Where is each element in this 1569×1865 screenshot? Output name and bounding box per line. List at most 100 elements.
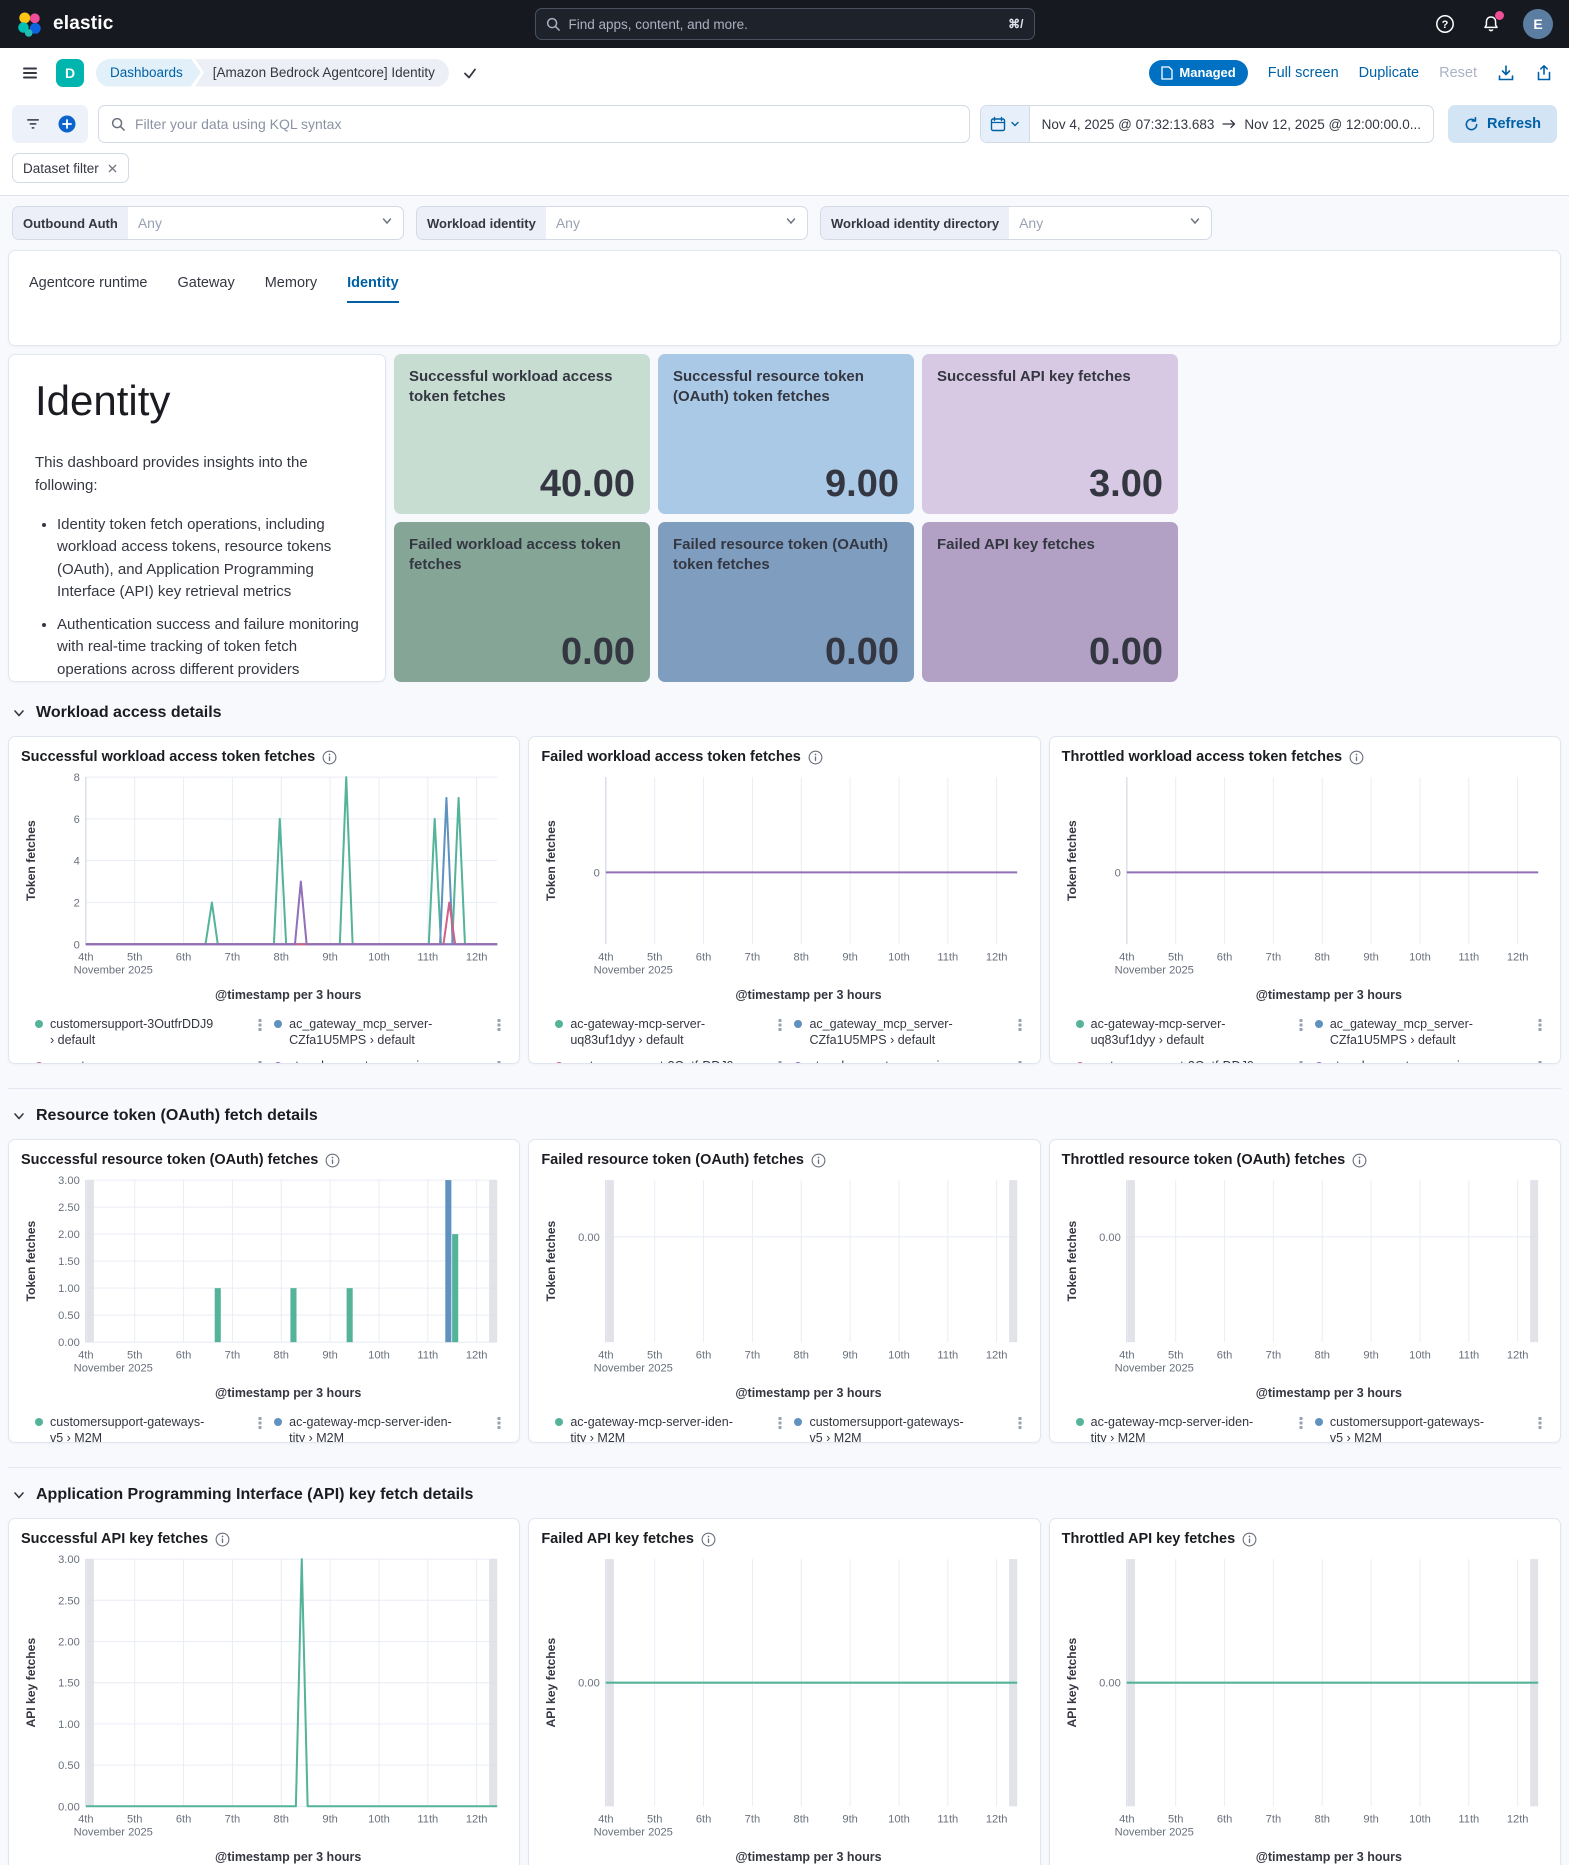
legend-item[interactable]: ac-gateway-mcp-server-iden-tity › M2M: [1075, 1414, 1305, 1442]
chart-plot[interactable]: 0.00 4th 5th 6th 7th 8th 9th 10th 11th 12th Novemb…: [1062, 1553, 1548, 1843]
notifications-button[interactable]: [1477, 10, 1505, 38]
info-icon[interactable]: [325, 1153, 340, 1168]
help-button[interactable]: ?: [1431, 10, 1459, 38]
global-search-input[interactable]: Find apps, content, and more. ⌘/: [534, 8, 1035, 40]
info-icon[interactable]: [322, 750, 337, 765]
legend-item[interactable]: ac_gateway_mcp_server- CZfa1U5MPS › defau…: [794, 1016, 1023, 1049]
legend-actions-icon[interactable]: [776, 1060, 784, 1064]
legend-item[interactable]: ac-gateway-mcp-server-: [35, 1058, 264, 1064]
metric-tile[interactable]: Successful API key fetches 3.00: [922, 354, 1178, 514]
legend-actions-icon[interactable]: [495, 1416, 503, 1430]
menu-button[interactable]: [16, 59, 44, 87]
chart-plot[interactable]: 0 2 4 6 8 4th 5th 6th 7th 8th 9th 10th 11th 12th Novem…: [21, 771, 507, 981]
legend-actions-icon[interactable]: [1297, 1060, 1305, 1064]
tab-identity[interactable]: Identity: [347, 275, 399, 303]
info-icon[interactable]: [215, 1532, 230, 1547]
refresh-button[interactable]: Refresh: [1448, 105, 1557, 143]
legend-actions-icon[interactable]: [256, 1416, 264, 1430]
info-icon[interactable]: [808, 750, 823, 765]
legend-actions-icon[interactable]: [1536, 1018, 1544, 1032]
tab-agentcore-runtime[interactable]: Agentcore runtime: [29, 275, 147, 303]
legend-item[interactable]: ac-gateway-mcp-server-uq83uf1dyy › defau…: [555, 1016, 784, 1049]
legend-actions-icon[interactable]: [1016, 1060, 1024, 1064]
control-outbound-auth[interactable]: Outbound Auth Any: [12, 206, 404, 240]
info-icon[interactable]: [811, 1153, 826, 1168]
chart-legend: customersupport-gateways-v5 › M2M ac-gat…: [21, 1414, 507, 1442]
kql-search-input[interactable]: Filter your data using KQL syntax: [98, 105, 970, 143]
legend-actions-icon[interactable]: [1016, 1416, 1024, 1430]
control-workload-identity-directory[interactable]: Workload identity directory Any: [820, 206, 1212, 240]
metric-tile[interactable]: Failed API key fetches 0.00: [922, 522, 1178, 682]
metric-tile[interactable]: Successful resource token (OAuth) token …: [658, 354, 914, 514]
legend-label: ac-gateway-mcp-server-uq83uf1dyy › defau…: [1090, 1016, 1226, 1047]
legend-item[interactable]: strands_agents_openai-: [794, 1058, 1024, 1064]
section-header-application-programming-interface-api-key-fetch-details[interactable]: Application Programming Interface (API) …: [12, 1486, 1557, 1504]
tab-memory[interactable]: Memory: [265, 275, 317, 303]
managed-badge[interactable]: Managed: [1149, 59, 1248, 86]
date-picker-button[interactable]: [980, 106, 1030, 142]
legend-label: customersupport-3OutfrDDJ9 › default: [50, 1016, 214, 1047]
chart-plot[interactable]: 0.00 4th 5th 6th 7th 8th 9th 10th 11th 12th Novemb…: [541, 1174, 1027, 1379]
elastic-logo[interactable]: elastic: [16, 10, 114, 38]
legend-item[interactable]: strands_agents_openai-: [274, 1058, 503, 1064]
reset-button[interactable]: Reset: [1439, 65, 1477, 81]
info-icon[interactable]: [1349, 750, 1364, 765]
legend-item[interactable]: ac_gateway_mcp_server- CZfa1U5MPS › defau…: [1314, 1016, 1544, 1049]
space-avatar[interactable]: D: [56, 58, 84, 87]
legend-actions-icon[interactable]: [256, 1018, 264, 1032]
legend-actions-icon[interactable]: [776, 1018, 784, 1032]
date-from: Nov 4, 2025 @ 07:32:13.683: [1041, 116, 1215, 132]
share-icon[interactable]: [1535, 64, 1553, 82]
breadcrumb-dashboards[interactable]: Dashboards: [96, 59, 201, 87]
dataset-filter-chip[interactable]: Dataset filter: [12, 153, 129, 183]
legend-item[interactable]: customersupport-3OutfrDDJ9: [1075, 1058, 1305, 1064]
chart-plot[interactable]: 0 4th 5th 6th 7th 8th 9th 10th 11th 12th November …: [1062, 771, 1548, 981]
legend-item[interactable]: strands_agents_openai-: [1314, 1058, 1544, 1064]
metric-tile[interactable]: Successful workload access token fetches…: [394, 354, 650, 514]
legend-item[interactable]: customersupport-gateways-v5 › M2M: [1314, 1414, 1544, 1442]
info-icon[interactable]: [1352, 1153, 1367, 1168]
chart-plot[interactable]: 0.00 0.50 1.00 1.50 2.00 2.50 3.00 4th 5th 6th 7th…: [21, 1174, 507, 1379]
legend-actions-icon[interactable]: [776, 1416, 784, 1430]
date-range-text[interactable]: Nov 4, 2025 @ 07:32:13.683 Nov 12, 2025 …: [1030, 117, 1433, 132]
legend-actions-icon[interactable]: [1536, 1060, 1544, 1064]
legend-item[interactable]: customersupport-gateways-v5 › M2M: [35, 1414, 264, 1442]
control-workload-identity[interactable]: Workload identity Any: [416, 206, 808, 240]
metric-title: Failed resource token (OAuth) token fetc…: [673, 536, 889, 573]
refresh-icon: [1465, 116, 1478, 130]
chart-plot[interactable]: 0 4th 5th 6th 7th 8th 9th 10th 11th 12th November …: [541, 771, 1027, 981]
legend-item[interactable]: customersupport-3OutfrDDJ9: [555, 1058, 784, 1064]
info-icon[interactable]: [1242, 1532, 1257, 1547]
download-icon[interactable]: [1497, 64, 1515, 82]
legend-item[interactable]: ac-gateway-mcp-server-iden-tity › M2M: [555, 1414, 784, 1442]
metric-tile[interactable]: Failed resource token (OAuth) token fetc…: [658, 522, 914, 682]
kql-placeholder: Filter your data using KQL syntax: [135, 116, 342, 132]
add-filter-button[interactable]: [52, 109, 82, 139]
legend-actions-icon[interactable]: [1016, 1018, 1024, 1032]
filter-fields-button[interactable]: [18, 109, 48, 139]
full-screen-button[interactable]: Full screen: [1268, 65, 1339, 81]
chart-plot[interactable]: 0.00 4th 5th 6th 7th 8th 9th 10th 11th 12th Novemb…: [1062, 1174, 1548, 1379]
chart-plot[interactable]: 0.00 0.50 1.00 1.50 2.00 2.50 3.00 4th 5th 6th 7th…: [21, 1553, 507, 1843]
legend-actions-icon[interactable]: [1297, 1416, 1305, 1430]
legend-actions-icon[interactable]: [495, 1018, 503, 1032]
metric-tile[interactable]: Failed workload access token fetches 0.0…: [394, 522, 650, 682]
tab-gateway[interactable]: Gateway: [177, 275, 234, 303]
legend-actions-icon[interactable]: [1297, 1018, 1305, 1032]
section-header-workload-access-details[interactable]: Workload access details: [12, 704, 1557, 722]
legend-item[interactable]: ac-gateway-mcp-server-uq83uf1dyy › defau…: [1075, 1016, 1305, 1049]
legend-actions-icon[interactable]: [256, 1060, 264, 1064]
legend-actions-icon[interactable]: [495, 1060, 503, 1064]
saved-check-icon[interactable]: [461, 64, 479, 82]
info-icon[interactable]: [701, 1532, 716, 1547]
close-icon[interactable]: [107, 163, 118, 174]
legend-item[interactable]: customersupport-3OutfrDDJ9 › default: [35, 1016, 264, 1049]
legend-item[interactable]: ac-gateway-mcp-server-iden-tity › M2M: [274, 1414, 503, 1442]
section-header-resource-token-oauth-fetch-details[interactable]: Resource token (OAuth) fetch details: [12, 1107, 1557, 1125]
legend-item[interactable]: customersupport-gateways-v5 › M2M: [794, 1414, 1024, 1442]
user-avatar[interactable]: E: [1523, 9, 1553, 39]
legend-item[interactable]: ac_gateway_mcp_server- CZfa1U5MPS › defau…: [274, 1016, 503, 1049]
legend-actions-icon[interactable]: [1536, 1416, 1544, 1430]
chart-plot[interactable]: 0.00 4th 5th 6th 7th 8th 9th 10th 11th 12th Novemb…: [541, 1553, 1027, 1843]
duplicate-button[interactable]: Duplicate: [1359, 65, 1419, 81]
